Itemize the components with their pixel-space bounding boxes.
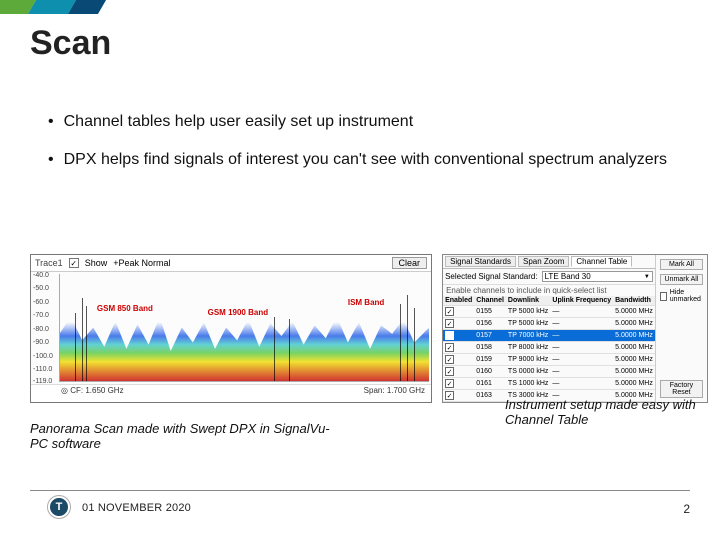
signal-standard-label: Selected Signal Standard: — [445, 272, 538, 281]
spectrum-panel: Trace1 ✓ Show +Peak Normal Clear -40.0 -… — [30, 254, 432, 403]
accent-bar — [0, 0, 720, 14]
chevron-down-icon: ▼ — [644, 274, 650, 280]
hide-unmarked-checkbox[interactable]: Hide unmarked — [660, 289, 703, 303]
enable-caption: Enable channels to include in quick-sele… — [443, 285, 655, 296]
footer-date: 01 NOVEMBER 2020 — [82, 502, 191, 514]
row-checkbox[interactable]: ✓ — [445, 307, 454, 316]
brand-icon: T — [48, 496, 70, 518]
tab-signal-standards[interactable]: Signal Standards — [445, 256, 516, 267]
channel-tabs: Signal Standards Span Zoom Channel Table — [443, 255, 655, 269]
table-row[interactable]: ✓0159TP 9000 kHz—5.0000 MHz — [443, 354, 655, 366]
row-checkbox[interactable]: ✓ — [445, 319, 454, 328]
page-title: Scan — [30, 24, 111, 63]
table-row[interactable]: ✓0161TS 1000 kHz—5.0000 MHz — [443, 378, 655, 390]
table-row[interactable]: ✓0156TP 5000 kHz—5.0000 MHz — [443, 318, 655, 330]
channel-side-controls: Mark All Unmark All Hide unmarked Factor… — [655, 255, 707, 402]
row-checkbox[interactable]: ✓ — [445, 331, 454, 340]
caption-spectrum: Panorama Scan made with Swept DPX in Sig… — [30, 422, 340, 452]
trace-label: Trace1 — [35, 258, 63, 268]
annotation-gsm1900: GSM 1900 Band — [208, 308, 268, 317]
unmark-all-button[interactable]: Unmark All — [660, 274, 703, 285]
signal-standard-select[interactable]: LTE Band 30 ▼ — [542, 271, 653, 282]
spectrum-plot: -40.0 -50.0 -60.0 -70.0 -80.0 -90.0 -100… — [31, 272, 431, 384]
row-checkbox[interactable]: ✓ — [445, 343, 454, 352]
bullet-list: •Channel tables help user easily set up … — [48, 112, 680, 188]
table-row[interactable]: ✓0160TS 0000 kHz—5.0000 MHz — [443, 366, 655, 378]
table-row[interactable]: ✓0157TP 7000 kHz—5.0000 MHz — [443, 330, 655, 342]
page-number: 2 — [683, 502, 690, 516]
bullet-text: Channel tables help user easily set up i… — [64, 112, 414, 132]
channel-table-panel: Signal Standards Span Zoom Channel Table… — [442, 254, 708, 403]
annotation-ism: ISM Band — [348, 298, 384, 307]
show-label: Show — [85, 258, 108, 268]
tab-channel-table[interactable]: Channel Table — [571, 256, 632, 267]
bullet-text: DPX helps find signals of interest you c… — [64, 150, 667, 170]
clear-button[interactable]: Clear — [392, 257, 428, 269]
row-checkbox[interactable]: ✓ — [445, 379, 454, 388]
spectrum-header: Trace1 ✓ Show +Peak Normal Clear — [31, 255, 431, 272]
bullet-item: •DPX helps find signals of interest you … — [48, 150, 680, 170]
spectrum-footer: ◎ CF: 1.650 GHz Span: 1.700 GHz — [31, 384, 431, 397]
table-row[interactable]: ✓0155TP 5000 kHz—5.0000 MHz — [443, 306, 655, 318]
factory-reset-button[interactable]: Factory Reset — [660, 380, 703, 398]
tab-span-zoom[interactable]: Span Zoom — [518, 256, 569, 267]
channel-table: Enabled Channel Downlink Uplink Frequenc… — [443, 296, 655, 402]
row-checkbox[interactable]: ✓ — [445, 355, 454, 364]
show-checkbox[interactable]: ✓ — [69, 258, 79, 268]
y-axis: -40.0 -50.0 -60.0 -70.0 -80.0 -90.0 -100… — [31, 272, 59, 384]
footer-divider — [30, 490, 690, 491]
caption-channel-table: Instrument setup made easy with Channel … — [505, 398, 705, 428]
mark-all-button[interactable]: Mark All — [660, 259, 703, 270]
bullet-item: •Channel tables help user easily set up … — [48, 112, 680, 132]
annotation-gsm850: GSM 850 Band — [97, 304, 153, 313]
row-checkbox[interactable]: ✓ — [445, 367, 454, 376]
table-row[interactable]: ✓0158TP 8000 kHz—5.0000 MHz — [443, 342, 655, 354]
row-checkbox[interactable]: ✓ — [445, 391, 454, 400]
mode-label: +Peak Normal — [113, 258, 170, 268]
